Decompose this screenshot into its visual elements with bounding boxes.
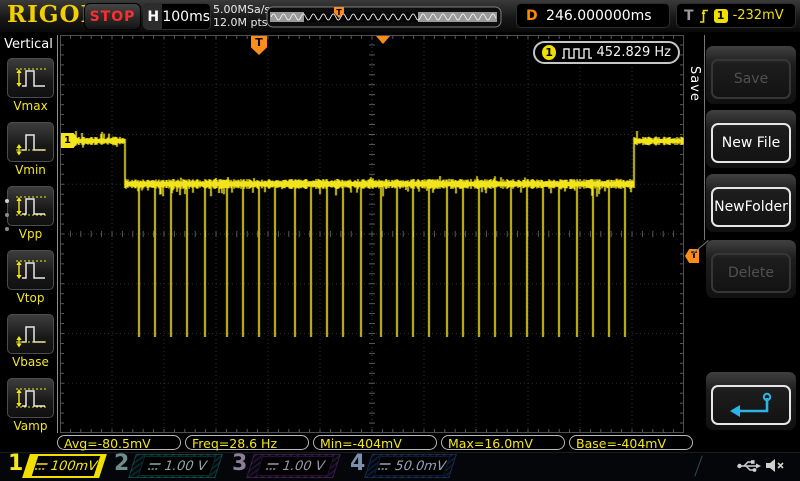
channel-1-tab[interactable]: 1 100mV [2,453,106,479]
softkey-return[interactable] [706,372,796,430]
channel-scale: 1.00 V [138,456,216,476]
vtop-icon [7,250,54,290]
measurement-base: Base=-404mV [569,435,693,450]
trigger-source-badge: 1 [714,9,728,23]
svg-text:T: T [336,8,342,17]
dc-coupling-icon [146,462,162,471]
t-label: T [684,8,694,24]
measurement-max: Max=16.0mV [441,435,565,450]
channel-number: 4 [350,451,365,476]
timebase-value: 100ms [162,9,210,25]
channel-scale-value: 1.00 V [162,459,209,474]
run-state-button[interactable]: STOP [84,3,141,30]
vpp-icon [7,186,54,226]
vamp-icon [7,378,54,418]
dc-coupling-icon [34,462,49,471]
menu-item-vmax[interactable]: Vmax [7,58,54,113]
square-wave-icon [561,47,591,59]
menu-item-vpp[interactable]: Vpp [7,186,54,241]
menu-item-vmin[interactable]: Vmin [7,122,54,177]
return-arrow-icon [723,390,779,420]
menu-item-label: Vmin [7,163,54,177]
oscilloscope-screen: { "brand": "RIGOL", "top_bar": { "run_st… [0,0,800,480]
measurement-avg: Avg=-80.5mV [57,435,181,450]
vmax-icon [7,58,54,98]
menu-item-label: Vamp [7,419,54,433]
channel-scale: 100mV [32,456,100,476]
dc-coupling-icon [377,462,393,471]
softkey-label: Delete [711,253,791,293]
softkey-label: New File [711,123,791,163]
softkey-delete[interactable]: Delete [706,240,796,298]
menu-item-vbase[interactable]: Vbase [7,314,54,369]
graticule-display [60,35,684,433]
channel-4-tab[interactable]: 4 50.0mV [344,453,456,479]
softkey-label [711,385,791,425]
channel-scale-value: 100mV [48,459,99,474]
menu-page-dot [5,213,9,217]
trigger-delay-readout[interactable]: D 246.000000ms [516,3,670,28]
sample-rate: 5.00MSa/s [213,4,270,17]
h-label: H [144,4,162,29]
speaker-muted-icon [764,457,786,474]
trigger-level-value: -232mV [733,8,784,23]
frequency-counter: 1 452.829 Hz [533,41,680,64]
d-label: D [526,8,538,24]
left-menu-separator [57,35,58,433]
channel-scale: 50.0mV [374,456,450,476]
dc-coupling-icon [264,462,280,471]
menu-page-dot [5,227,9,231]
channel-scale-value: 50.0mV [393,459,448,474]
channel-scale: 1.00 V [256,456,334,476]
right-menu-frame [704,35,705,240]
menu-item-label: Vtop [7,291,54,305]
softkey-save[interactable]: Save [706,46,796,104]
freq-counter-channel-badge: 1 [542,45,556,60]
softkey-label: NewFolder [711,187,791,227]
horizontal-timebase[interactable]: H 100ms [143,3,211,30]
memory-depth: 12.0M pts [213,17,270,30]
trigger-status[interactable]: T 1 -232mV [676,3,796,28]
softkey-newfolder[interactable]: NewFolder [706,174,796,232]
channel-number: 1 [8,451,23,476]
menu-item-label: Vbase [7,355,54,369]
left-menu-title: Vertical [0,37,57,52]
delay-value: 246.000000ms [538,8,660,24]
menu-item-vamp[interactable]: Vamp [7,378,54,433]
channel-scale-value: 1.00 V [280,459,327,474]
usb-icon [736,458,762,473]
channel-number: 3 [232,451,247,476]
trigger-level-marker[interactable]: T [685,249,699,263]
menu-item-label: Vmax [7,99,54,113]
channel-number: 2 [114,451,129,476]
channel-3-tab[interactable]: 3 1.00 V [226,453,340,479]
softkey-label: Save [711,59,791,99]
freq-counter-value: 452.829 Hz [597,45,672,60]
acquisition-info: 5.00MSa/s 12.0M pts [213,4,270,29]
vbase-icon [7,314,54,354]
channel-2-tab[interactable]: 2 1.00 V [108,453,222,479]
waveform-preview-strip[interactable]: T [266,6,502,28]
right-menu-tab-label: Save [687,66,702,102]
menu-item-label: Vpp [7,227,54,241]
vmin-icon [7,122,54,162]
menu-item-vtop[interactable]: Vtop [7,250,54,305]
menu-page-dot [5,199,9,203]
measurement-freq: Freq=28.6 Hz [185,435,309,450]
measurement-min: Min=-404mV [313,435,437,450]
rising-edge-icon [699,7,709,24]
softkey-new-file[interactable]: New File [706,110,796,168]
